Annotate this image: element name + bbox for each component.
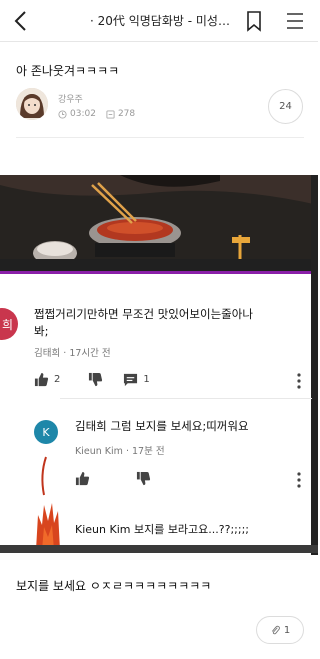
views-icon	[106, 109, 115, 119]
drawn-flame-scribble	[36, 456, 60, 550]
header-divider	[16, 137, 304, 138]
post-time: 03:02	[70, 109, 96, 119]
post-views: 278	[117, 109, 136, 119]
screenshot-bottom-band	[0, 545, 318, 553]
comment-text: 쩝쩝거리기만하면 무조건 맛있어보이는줄아나봐;	[34, 307, 253, 338]
author-name[interactable]: 강우주	[58, 92, 83, 105]
clock-icon	[58, 109, 67, 119]
post-meta: 03:02 278	[58, 109, 135, 119]
reply-meta: Kieun Kim · 17분 전	[75, 446, 165, 457]
reply2-text: Kieun Kim 보지를 보라고요...??;;;;;	[75, 523, 249, 536]
bookmark-icon[interactable]	[244, 10, 264, 32]
comment-actions: 2 1	[34, 372, 170, 387]
chevron-left-icon[interactable]	[10, 8, 34, 34]
avatar-image	[16, 88, 48, 120]
like-button[interactable]: 2	[34, 372, 60, 387]
more-options-icon[interactable]	[297, 373, 301, 389]
video-progress-bar	[0, 271, 318, 274]
dislike-button[interactable]	[88, 372, 103, 387]
like-count: 2	[54, 374, 61, 385]
comment-count-button[interactable]: 24	[268, 89, 303, 124]
reply-author: Kieun Kim	[75, 446, 123, 457]
reply-button[interactable]: 1	[123, 372, 150, 387]
video-thumbnail	[0, 175, 318, 271]
hamburger-menu-icon[interactable]	[284, 10, 306, 32]
reply-actions	[75, 471, 151, 486]
comment-time: 17시간 전	[69, 348, 111, 359]
top-bar: · 20代 익명담화방 - 미성년...	[0, 0, 318, 42]
reply-comment-icon	[124, 373, 138, 387]
comment-meta: 김태희 · 17시간 전	[34, 348, 111, 359]
reply-time: 17분 전	[131, 446, 165, 457]
thumbs-down-icon	[89, 372, 103, 387]
thumbs-down-icon[interactable]	[136, 471, 151, 486]
reply-avatar: K	[34, 420, 58, 444]
food-video-image	[0, 175, 318, 271]
board-title[interactable]: · 20代 익명담화방 - 미성년...	[90, 12, 240, 29]
attachment-count: 1	[283, 624, 291, 636]
embedded-screenshot: 희 쩝쩝거리기만하면 무조건 맛있어보이는줄아나봐; 김태희 · 17시간 전 …	[0, 175, 318, 555]
author-avatar[interactable]	[16, 88, 48, 120]
thumbs-up-icon[interactable]	[75, 471, 90, 486]
reply-count: 1	[143, 374, 150, 385]
more-options-icon[interactable]	[297, 472, 301, 488]
screenshot-edge	[311, 175, 318, 555]
post-title: 아 존나웃겨ㅋㅋㅋㅋ	[16, 64, 120, 78]
attachment-button[interactable]: 1	[256, 616, 304, 644]
post-body: 보지를 보세요 ㅇㅈㄹㅋㅋㅋㅋㅋㅋㅋㅋ	[16, 579, 212, 593]
comment-author: 김태희	[34, 348, 61, 359]
reply-divider	[60, 398, 312, 399]
paperclip-icon	[271, 625, 280, 634]
reply-text: 김태희 그럼 보지를 보세요;띠꺼워요	[75, 419, 249, 433]
thumbs-up-icon	[34, 372, 49, 387]
comment-avatar: 희	[0, 308, 18, 340]
